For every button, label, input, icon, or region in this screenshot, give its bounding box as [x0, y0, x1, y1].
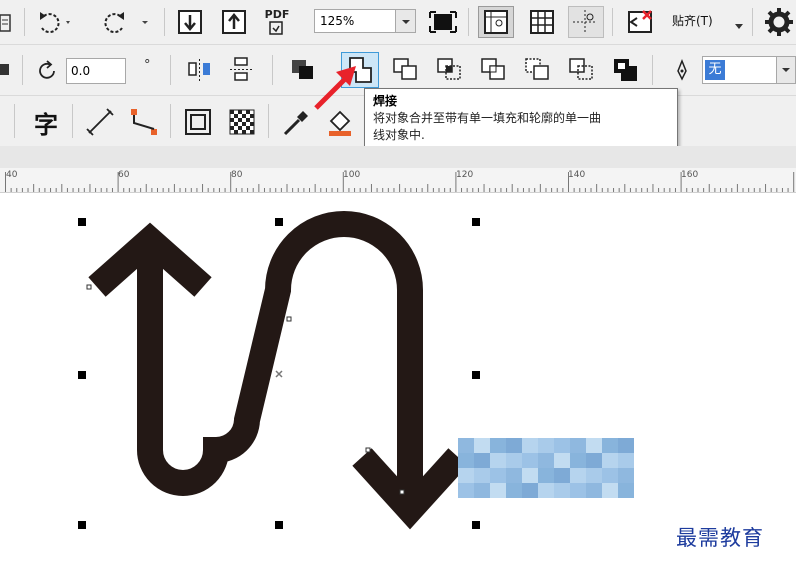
selected-shape-layer [78, 211, 480, 530]
watermark-text: 最需教育 [676, 526, 764, 550]
blurred-mosaic [458, 438, 634, 498]
center-mark-icon [275, 370, 283, 378]
welded-arrow-shape[interactable] [88, 211, 468, 530]
